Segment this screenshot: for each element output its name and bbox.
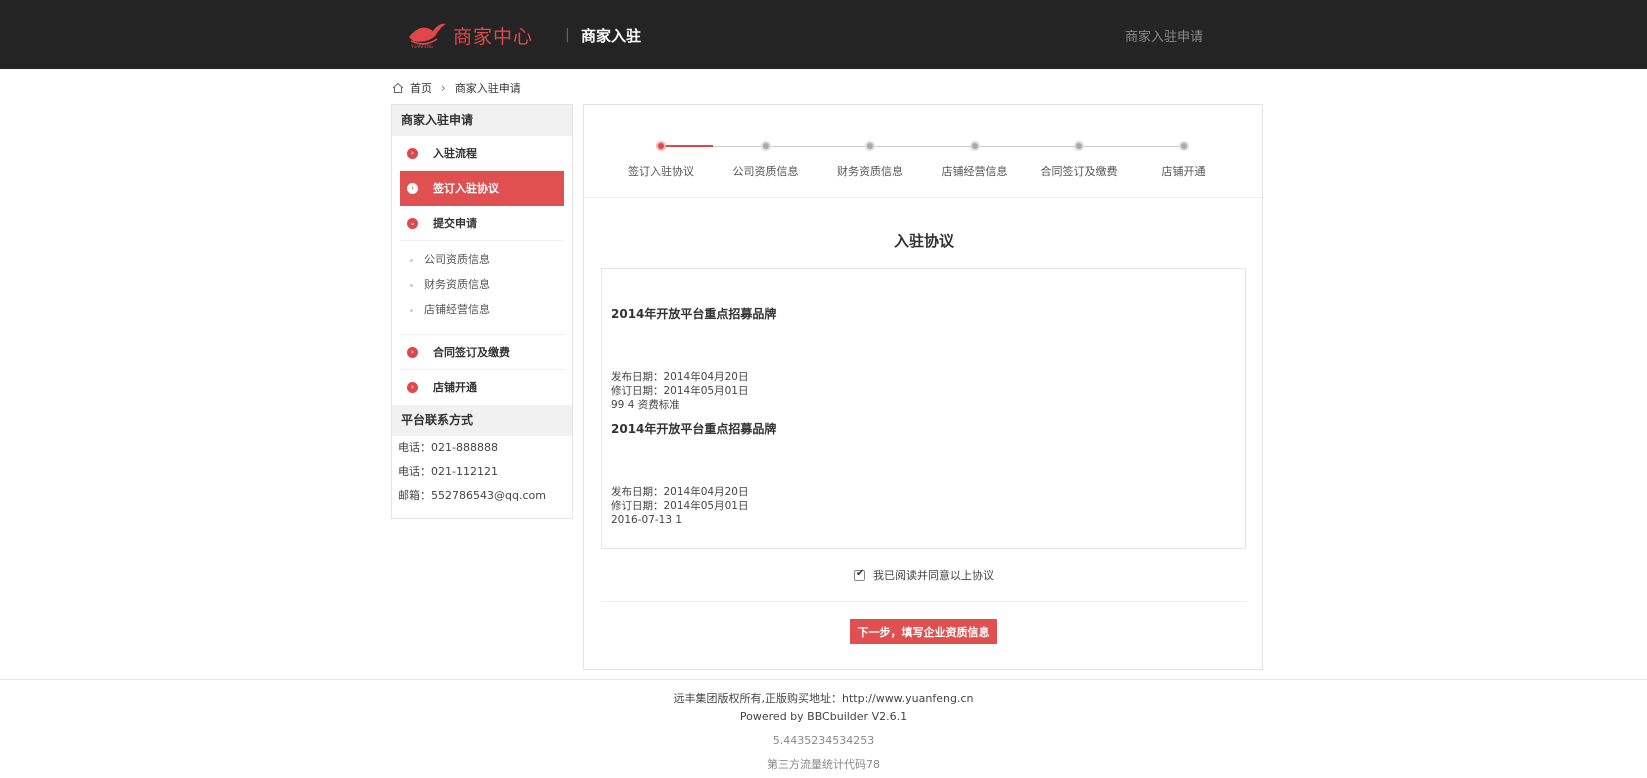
step-label: 合同签订及缴费: [1040, 165, 1118, 178]
step-label: 店铺经营信息: [941, 165, 1008, 178]
arrow-circle-icon: ›: [407, 148, 418, 159]
step-dot: [1178, 141, 1189, 151]
bird-logo-icon: YUANFENG: [409, 23, 446, 49]
article-line: 发布日期：2014年04月20日: [611, 371, 749, 383]
agreement-title: 入驻协议: [893, 232, 954, 250]
header-apply-link[interactable]: 商家入驻申请: [1125, 26, 1203, 45]
logo-small-text: YUANFENG: [410, 44, 433, 49]
sidebar-item-process[interactable]: › 入驻流程: [400, 136, 564, 171]
breadcrumb-home[interactable]: 首页: [410, 80, 432, 96]
step-dot: [969, 141, 980, 151]
sidebar-item-open-store[interactable]: › 店铺开通: [400, 370, 564, 405]
agreement-content[interactable]: 2014年开放平台重点招募品牌 发布日期：2014年04月20日 修订日期：20…: [601, 268, 1246, 549]
sidebar-item-agreement[interactable]: › 签订入驻协议: [400, 171, 564, 206]
sidebar-item-label: 签订入驻协议: [433, 182, 499, 195]
contact-phone-2: 电话：021-112121: [398, 465, 498, 478]
sidebar-subitem-finance[interactable]: 财务资质信息: [400, 272, 564, 297]
sidebar-item-label: 合同签订及缴费: [433, 346, 510, 359]
step-dot: [1074, 141, 1084, 151]
footer-copyright: 远丰集团版权所有,正版购买地址：http://www.yuanfeng.cn: [673, 692, 974, 705]
step-dot: [760, 141, 771, 151]
step-connector: [974, 146, 1079, 147]
home-icon: [392, 82, 404, 93]
sidebar-subitem-company[interactable]: 公司资质信息: [400, 247, 564, 272]
agree-checkbox-label: 我已阅读并同意以上协议: [873, 569, 994, 582]
breadcrumb: 首页 › 商家入驻申请: [392, 80, 521, 96]
logo-text: 商家中心: [453, 25, 534, 48]
step-label: 店铺开通: [1161, 165, 1206, 178]
footer-stats: 第三方流量统计代码78: [767, 758, 880, 771]
contact-email: 邮箱：552786543@qq.com: [398, 489, 546, 502]
chevron-right-icon: ›: [441, 81, 446, 95]
logo[interactable]: YUANFENG 商家中心: [407, 20, 533, 50]
agree-checkbox-row[interactable]: 我已阅读并同意以上协议: [584, 567, 1264, 583]
progress-steps: 签订入驻协议 公司资质信息 财务资质信息 店铺经营信息 合同签订及缴费 店铺开通: [584, 105, 1262, 198]
footer-divider: [0, 679, 1647, 680]
step-progress-bar: [661, 145, 714, 147]
breadcrumb-current: 商家入驻申请: [454, 82, 521, 95]
arrow-circle-icon: ›: [407, 183, 418, 194]
footer: 远丰集团版权所有,正版购买地址：http://www.yuanfeng.cn P…: [0, 690, 1647, 774]
sidebar: 商家入驻申请 › 入驻流程 › 签订入驻协议 ⌄ 提交申请 公司资质信息 财务资…: [391, 104, 573, 519]
article-line: 99 4 资费标准: [611, 399, 680, 411]
sidebar-title: 商家入驻申请: [392, 105, 572, 136]
step-label: 签订入驻协议: [628, 165, 694, 178]
next-step-button[interactable]: 下一步，填写企业资质信息: [850, 619, 997, 644]
article-line: 发布日期：2014年04月20日: [611, 486, 749, 498]
sidebar-item-submit[interactable]: ⌄ 提交申请: [400, 206, 564, 241]
step-connector: [870, 146, 975, 147]
step-label: 财务资质信息: [837, 165, 903, 178]
step-label: 公司资质信息: [732, 165, 799, 178]
article-block: 2014年开放平台重点招募品牌 发布日期：2014年04月20日 修订日期：20…: [611, 420, 1236, 527]
sidebar-item-label: 店铺开通: [433, 381, 477, 394]
arrow-circle-icon: ›: [407, 347, 418, 358]
step-connector: [1079, 146, 1184, 147]
sidebar-sublist: 公司资质信息 财务资质信息 店铺经营信息: [400, 241, 564, 335]
top-header: YUANFENG 商家中心 | 商家入驻 商家入驻申请: [0, 0, 1647, 69]
step-connector: [765, 146, 870, 147]
step-dot: [865, 141, 875, 151]
footer-code: 5.4435234534253: [772, 734, 875, 747]
article-line: 修订日期：2014年05月01日: [611, 500, 749, 512]
sidebar-subitem-store[interactable]: 店铺经营信息: [400, 297, 564, 322]
agree-checkbox[interactable]: [854, 568, 865, 581]
header-divider: |: [565, 27, 570, 43]
sidebar-item-label: 入驻流程: [433, 147, 477, 160]
main-panel: 签订入驻协议 公司资质信息 财务资质信息 店铺经营信息 合同签订及缴费 店铺开通 入驻协议…: [583, 104, 1263, 670]
article-title: 2014年开放平台重点招募品牌: [611, 422, 777, 436]
article-title: 2014年开放平台重点招募品牌: [611, 307, 777, 321]
article-line: 修订日期：2014年05月01日: [611, 385, 749, 397]
footer-powered: Powered by BBCbuilder V2.6.1: [739, 710, 908, 723]
header-subtitle: 商家入驻: [581, 27, 642, 45]
contact-title: 平台联系方式: [392, 405, 572, 436]
chevron-down-circle-icon: ⌄: [407, 218, 418, 229]
article-block: 2014年开放平台重点招募品牌 发布日期：2014年04月20日 修订日期：20…: [611, 305, 1236, 412]
article-line: 2016-07-13 1: [611, 514, 683, 526]
divider: [601, 601, 1247, 602]
sidebar-item-label: 提交申请: [433, 217, 477, 230]
sidebar-item-contract[interactable]: › 合同签订及缴费: [400, 335, 564, 370]
step-dot: [656, 141, 666, 151]
arrow-circle-icon: ›: [407, 382, 418, 393]
contact-phone-1: 电话：021-888888: [398, 441, 498, 454]
